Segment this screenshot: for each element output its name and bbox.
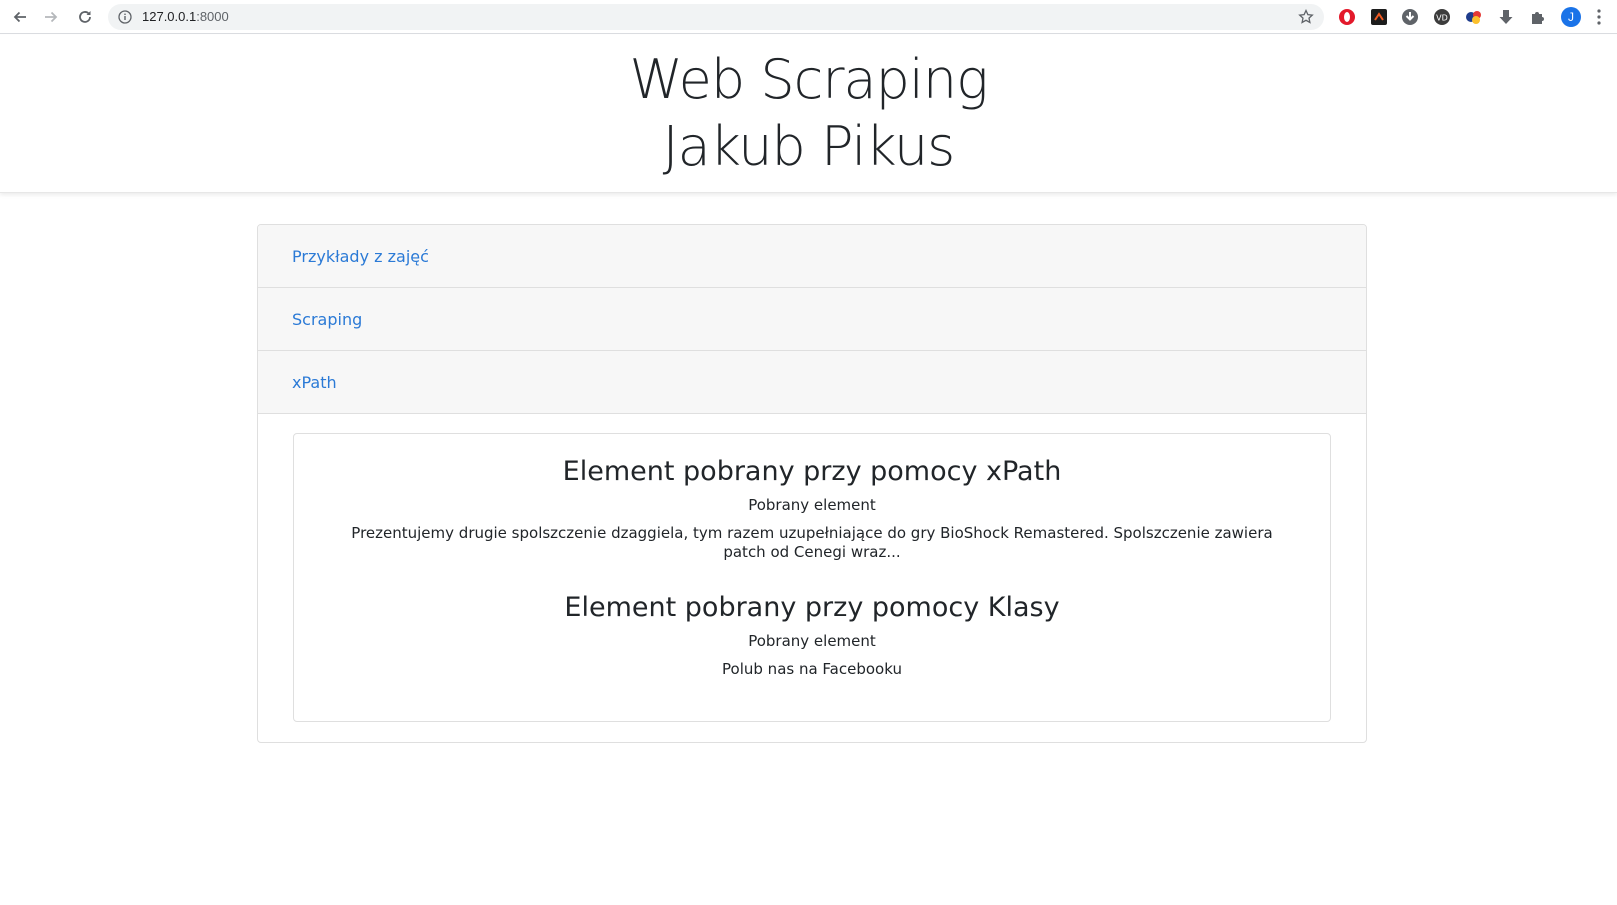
back-arrow-icon bbox=[13, 11, 26, 23]
accordion-item-scraping[interactable]: Scraping bbox=[258, 288, 1366, 351]
url-host: 127.0.0.1 bbox=[142, 9, 197, 24]
svg-text:VD: VD bbox=[1436, 14, 1448, 23]
xpath-result-text: Prezentujemy drugie spolszczenie dzaggie… bbox=[351, 524, 1273, 561]
accordion-item-przyklady[interactable]: Przykłady z zajęć bbox=[258, 225, 1366, 288]
accordion-link-przyklady[interactable]: Przykłady z zajęć bbox=[292, 247, 429, 266]
back-button[interactable] bbox=[9, 6, 31, 28]
brave-ext-icon[interactable] bbox=[1370, 8, 1388, 26]
browser-toolbar: 127.0.0.1:8000 VD J bbox=[0, 0, 1617, 34]
forward-button[interactable] bbox=[40, 6, 62, 28]
accordion-item-xpath[interactable]: xPath bbox=[258, 351, 1366, 414]
class-section: Element pobrany przy pomocy Klasy Pobran… bbox=[294, 590, 1330, 679]
class-result-text: Polub nas na Facebooku bbox=[722, 660, 902, 678]
puzzle-icon[interactable] bbox=[1529, 8, 1547, 26]
accordion-panel-xpath: Element pobrany przy pomocy xPath Pobran… bbox=[258, 414, 1366, 741]
site-header: Web Scraping Jakub Pikus bbox=[0, 35, 1617, 193]
profile-avatar[interactable]: J bbox=[1561, 7, 1581, 27]
url-text: 127.0.0.1:8000 bbox=[142, 9, 229, 25]
accordion: Przykłady z zajęć Scraping xPath Element… bbox=[257, 224, 1367, 743]
result-card: Element pobrany przy pomocy xPath Pobran… bbox=[293, 433, 1331, 722]
info-icon[interactable] bbox=[118, 10, 132, 24]
colors-ext-icon[interactable] bbox=[1465, 8, 1483, 26]
reload-icon bbox=[79, 11, 91, 23]
vd-icon[interactable]: VD bbox=[1433, 8, 1451, 26]
download-arrow-icon[interactable] bbox=[1497, 8, 1515, 26]
page-title: Web Scraping Jakub Pikus bbox=[0, 35, 1617, 180]
xpath-heading: Element pobrany przy pomocy xPath bbox=[562, 456, 1062, 487]
xpath-label: Pobrany element bbox=[748, 496, 876, 514]
accordion-link-scraping[interactable]: Scraping bbox=[292, 310, 362, 329]
opera-icon[interactable] bbox=[1338, 8, 1356, 26]
address-bar[interactable]: 127.0.0.1:8000 bbox=[108, 4, 1324, 30]
kebab-menu-icon[interactable] bbox=[1595, 8, 1603, 26]
accordion-link-xpath[interactable]: xPath bbox=[292, 373, 337, 392]
title-line-2: Jakub Pikus bbox=[662, 115, 956, 178]
reload-button[interactable] bbox=[74, 6, 96, 28]
url-port: :8000 bbox=[196, 9, 229, 24]
bookmark-star-icon[interactable] bbox=[1298, 9, 1314, 25]
class-heading: Element pobrany przy pomocy Klasy bbox=[564, 592, 1060, 623]
forward-arrow-icon bbox=[45, 11, 58, 23]
download-circle-icon[interactable] bbox=[1401, 8, 1419, 26]
class-label: Pobrany element bbox=[748, 632, 876, 650]
title-line-1: Web Scraping bbox=[629, 48, 988, 111]
